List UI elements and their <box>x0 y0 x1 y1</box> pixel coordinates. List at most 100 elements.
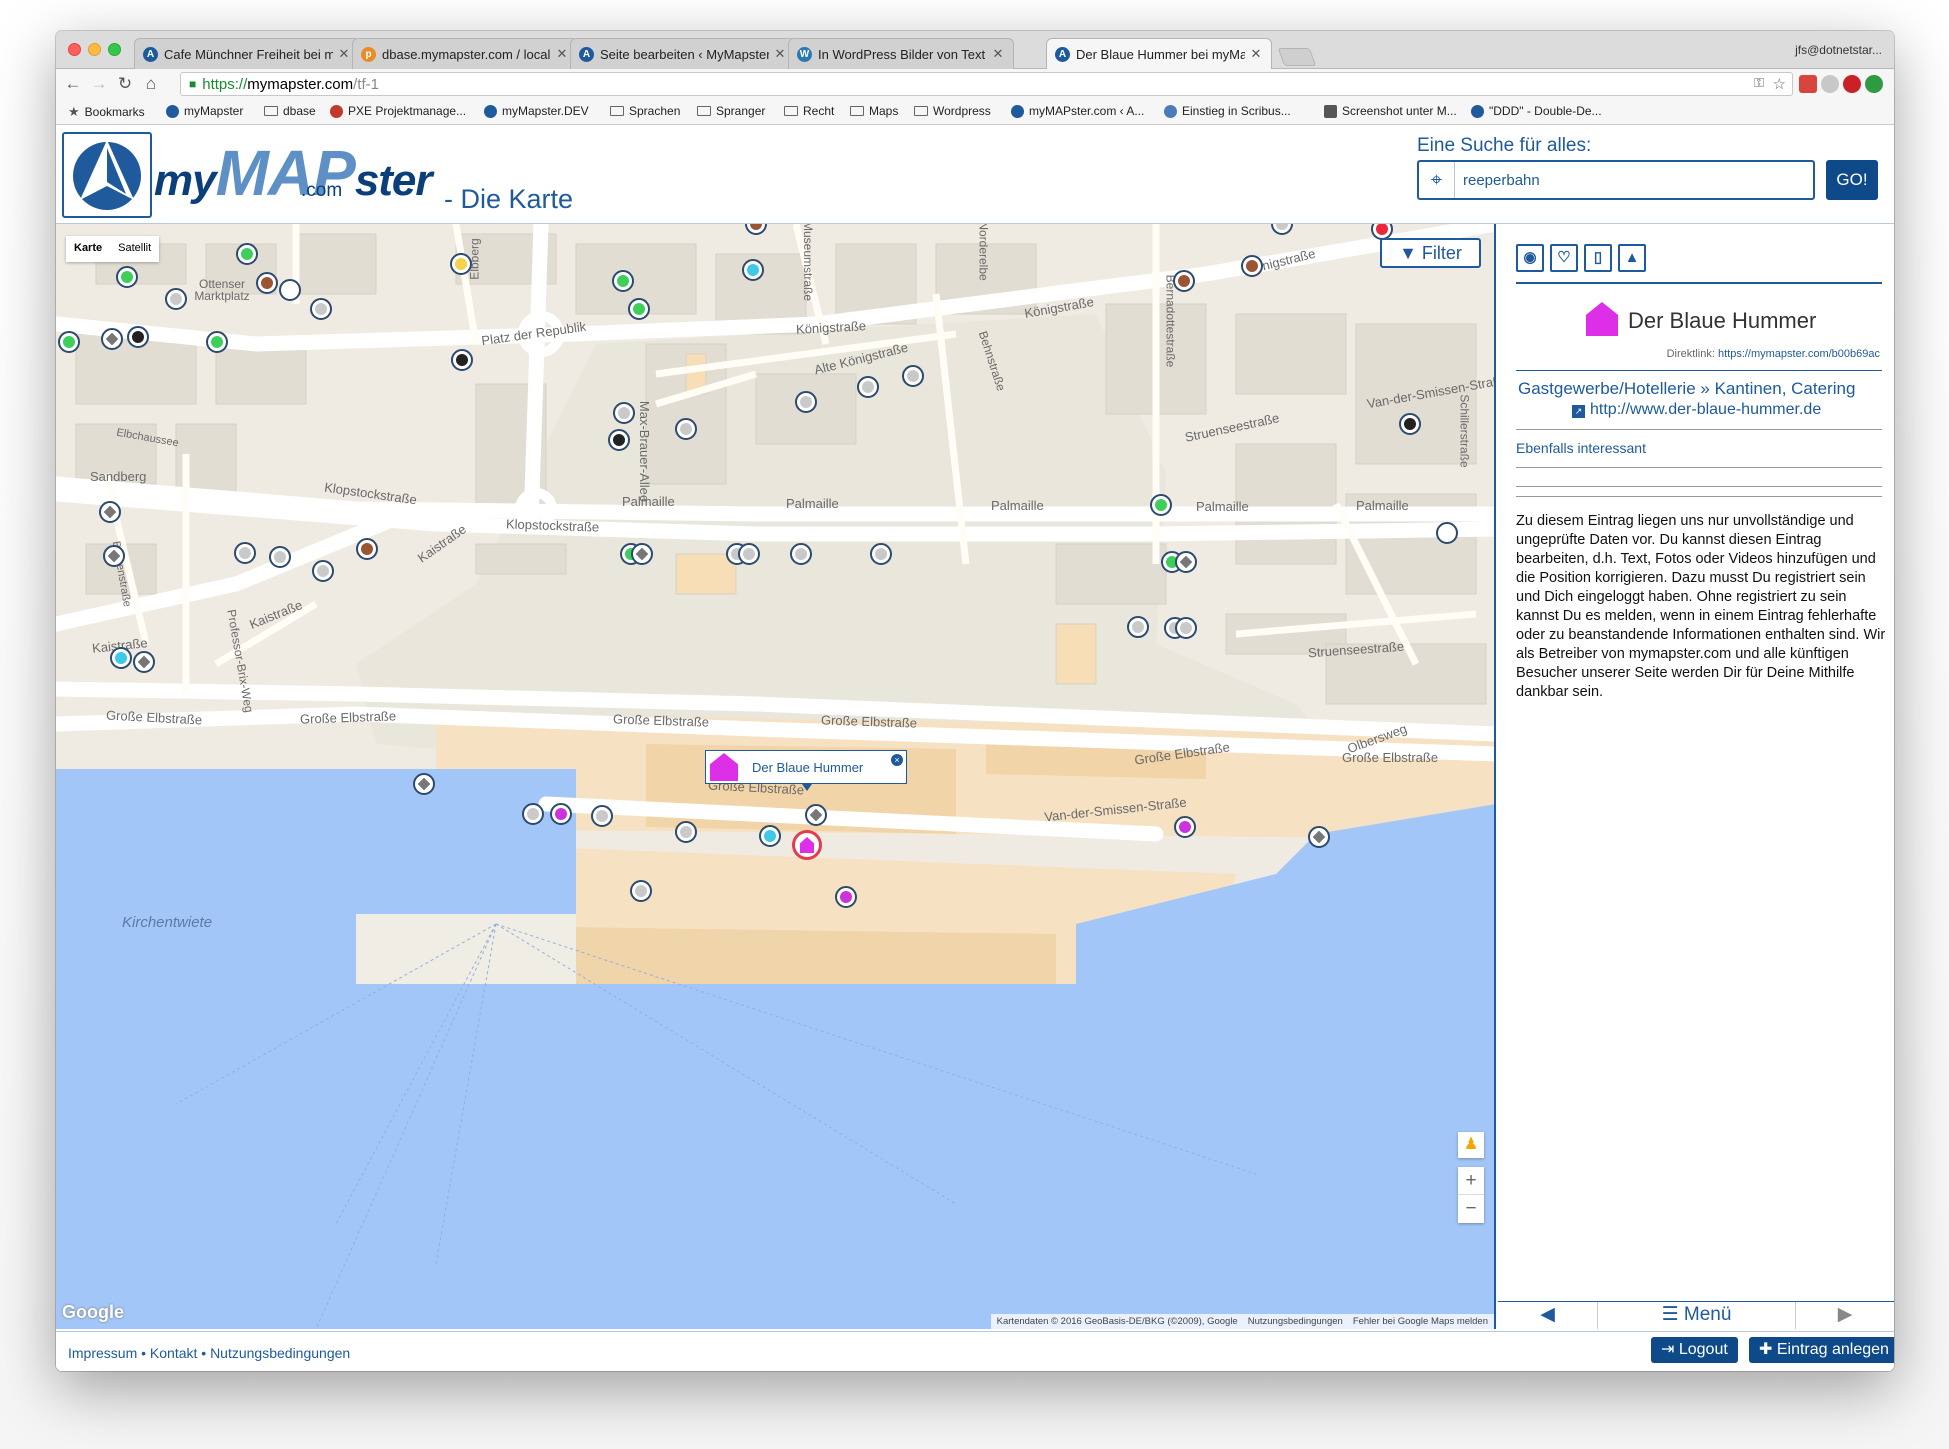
map-type-satellite-button[interactable]: Satellit <box>110 236 159 262</box>
forward-arrow-icon[interactable]: → <box>88 73 110 95</box>
calendar-extension-icon[interactable] <box>1799 75 1817 93</box>
subcategory-link[interactable]: Kantinen, Catering <box>1715 379 1856 398</box>
go-button[interactable]: GO! <box>1826 160 1878 200</box>
poi-marker[interactable] <box>1436 522 1458 544</box>
key-icon[interactable]: ⚿ <box>1754 75 1764 91</box>
close-popup-icon[interactable]: × <box>891 754 903 766</box>
poi-marker[interactable] <box>835 886 857 908</box>
bookmark-item[interactable]: Maps <box>850 104 898 118</box>
poi-marker[interactable] <box>857 376 879 398</box>
direct-link-url[interactable]: https://mymapster.com/b00b69ac <box>1718 348 1880 360</box>
terms-link[interactable]: Nutzungsbedingungen <box>1248 1316 1343 1327</box>
poi-marker[interactable] <box>206 331 228 353</box>
website-link[interactable]: http://www.der-blaue-hummer.de <box>1590 401 1821 419</box>
bookmark-item[interactable]: Spranger <box>697 104 765 118</box>
poi-marker[interactable] <box>1127 616 1149 638</box>
poi-marker[interactable] <box>279 279 301 301</box>
poi-marker[interactable] <box>902 365 924 387</box>
close-tab-icon[interactable]: ✕ <box>773 46 787 62</box>
reload-icon[interactable]: ↻ <box>114 73 136 95</box>
browser-tab[interactable]: A Seite bearbeiten ‹ MyMapster. ✕ <box>570 38 796 69</box>
poi-marker[interactable] <box>1173 270 1195 292</box>
bookmark-item[interactable]: myMAPster.com ‹ A... <box>1011 104 1144 118</box>
minimize-window-button[interactable] <box>88 43 101 56</box>
map-info-popup[interactable]: Der Blaue Hummer × <box>705 750 907 784</box>
poi-marker[interactable] <box>450 253 472 275</box>
poi-marker[interactable] <box>310 298 332 320</box>
new-entry-button[interactable]: ✚ Eintrag anlegen <box>1749 1337 1894 1363</box>
poi-marker[interactable] <box>675 418 697 440</box>
previous-arrow-icon[interactable]: ◀ <box>1498 1302 1598 1329</box>
poi-marker[interactable] <box>631 543 653 565</box>
poi-marker[interactable] <box>591 805 613 827</box>
poi-marker[interactable] <box>234 542 256 564</box>
bookmark-item[interactable]: Recht <box>784 104 834 118</box>
poi-marker[interactable] <box>1399 413 1421 435</box>
category-link[interactable]: Gastgewerbe/Hotellerie <box>1518 379 1696 398</box>
bookmark-item[interactable]: Einstieg in Scribus... <box>1164 104 1291 118</box>
poi-marker[interactable] <box>1150 494 1172 516</box>
heart-icon[interactable]: ♡ <box>1550 244 1578 272</box>
poi-marker[interactable] <box>1175 551 1197 573</box>
poi-marker[interactable] <box>451 349 473 371</box>
poi-marker[interactable] <box>133 651 155 673</box>
logo-wordmark[interactable]: myMAPster <box>154 136 433 210</box>
bookmark-item[interactable]: PXE Projektmanage... <box>330 104 466 118</box>
poi-marker[interactable] <box>116 266 138 288</box>
poi-marker[interactable] <box>103 545 125 567</box>
poi-marker[interactable] <box>99 501 121 523</box>
logo-mark[interactable] <box>62 132 152 218</box>
back-arrow-icon[interactable]: ← <box>62 73 84 95</box>
next-arrow-icon[interactable]: ▶ <box>1796 1302 1894 1329</box>
address-bar[interactable]: ■ https:// mymapster.com /tf-1 ☆ ⚿ <box>180 72 1793 96</box>
bookmark-item[interactable]: ★ Bookmarks <box>68 104 145 120</box>
poi-marker[interactable] <box>628 298 650 320</box>
poi-marker[interactable] <box>101 328 123 350</box>
road-icon[interactable]: ▲ <box>1618 244 1646 272</box>
pinterest-extension-icon[interactable] <box>1843 75 1861 93</box>
close-tab-icon[interactable]: ✕ <box>1249 46 1263 62</box>
bookmark-item[interactable]: Sprachen <box>610 104 680 118</box>
footer-links[interactable]: Impressum • Kontakt • Nutzungsbedingunge… <box>68 1345 350 1361</box>
poi-marker[interactable] <box>236 243 258 265</box>
bookmark-item[interactable]: myMapster.DEV <box>484 104 589 118</box>
poi-marker[interactable] <box>738 543 760 565</box>
poi-marker[interactable] <box>550 803 572 825</box>
poi-marker[interactable] <box>58 331 80 353</box>
poi-marker[interactable] <box>790 543 812 565</box>
bookmark-item[interactable]: Screenshot unter M... <box>1324 104 1457 118</box>
close-tab-icon[interactable]: ✕ <box>991 46 1005 62</box>
home-icon[interactable]: ⌂ <box>140 73 162 95</box>
poi-marker[interactable] <box>630 880 652 902</box>
bookmark-item[interactable]: "DDD" - Double-De... <box>1471 104 1602 118</box>
locate-crosshair-icon[interactable]: ⌖ <box>1419 162 1455 198</box>
poi-marker[interactable] <box>805 804 827 826</box>
maximize-window-button[interactable] <box>108 43 121 56</box>
poi-marker[interactable] <box>1174 816 1196 838</box>
poi-marker[interactable] <box>413 773 435 795</box>
cloud-extension-icon[interactable] <box>1821 75 1839 93</box>
map-type-karte-button[interactable]: Karte <box>66 236 110 262</box>
target-icon[interactable]: ◉ <box>1516 244 1544 272</box>
close-tab-icon[interactable]: ✕ <box>555 46 569 62</box>
street-view-pegman-icon[interactable]: ♟ <box>1458 1132 1484 1158</box>
logout-button[interactable]: ⇥ Logout <box>1651 1337 1738 1363</box>
poi-marker[interactable] <box>110 647 132 669</box>
poi-marker[interactable] <box>675 821 697 843</box>
poi-marker[interactable] <box>356 538 378 560</box>
update-extension-icon[interactable] <box>1865 75 1883 93</box>
poi-marker[interactable] <box>522 803 544 825</box>
poi-marker[interactable] <box>1308 826 1330 848</box>
search-input[interactable] <box>1463 169 1803 191</box>
profile-name[interactable]: jfs@dotnetstar... <box>1795 43 1882 57</box>
map-canvas[interactable]: Ottenser Marktplatz Platz der Republik K… <box>56 224 1496 1329</box>
browser-tab[interactable]: p dbase.mymapster.com / localh ✕ <box>352 38 578 69</box>
menu-button[interactable]: ☰ Menü <box>1598 1302 1796 1329</box>
browser-tab[interactable]: W In WordPress Bilder von Text u ✕ <box>788 38 1014 69</box>
zoom-in-button[interactable]: + <box>1458 1167 1484 1195</box>
bookmark-item[interactable]: myMapster <box>166 104 243 118</box>
zoom-out-button[interactable]: − <box>1458 1195 1484 1223</box>
poi-marker[interactable] <box>312 560 334 582</box>
poi-marker[interactable] <box>612 270 634 292</box>
browser-tab-active[interactable]: A Der Blaue Hummer bei myMap ✕ <box>1046 38 1272 69</box>
